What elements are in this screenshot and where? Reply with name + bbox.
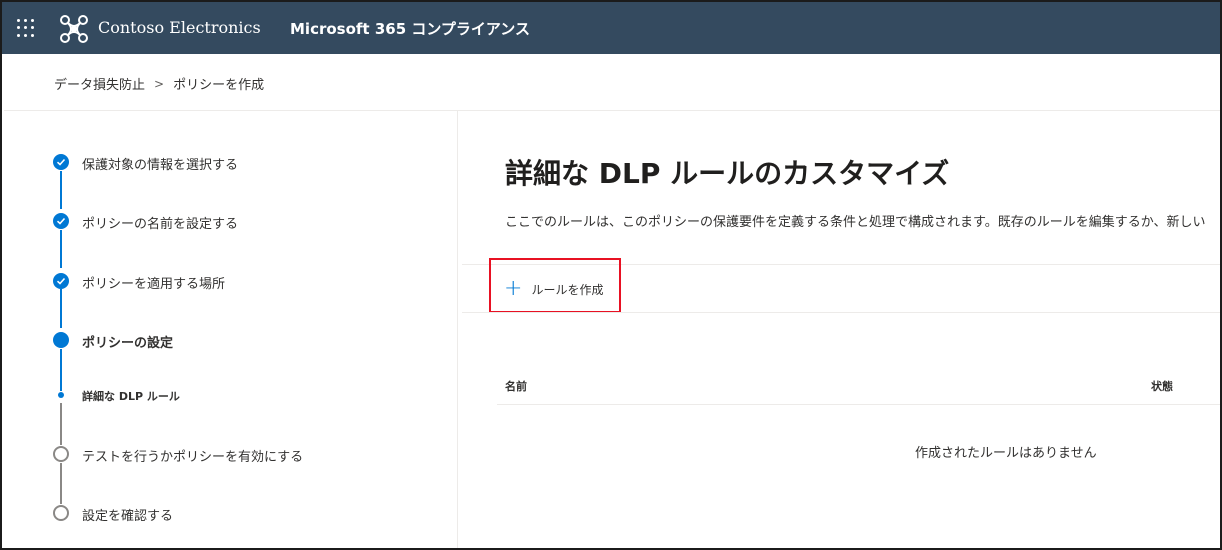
step-label-test-or-enable[interactable]: テストを行うかポリシーを有効にする (82, 446, 303, 465)
step-connector (60, 289, 62, 328)
column-header-status[interactable]: 状態 (1151, 378, 1173, 394)
breadcrumb: データ損失防止 > ポリシーを作成 (54, 74, 265, 94)
check-icon (53, 273, 69, 289)
table-header-divider (497, 404, 1220, 405)
empty-circle-icon (53, 446, 69, 462)
empty-table-message: 作成されたルールはありません (915, 446, 1097, 461)
column-header-name[interactable]: 名前 (505, 378, 527, 394)
check-icon (53, 154, 69, 170)
step-label-advanced-dlp-rules[interactable]: 詳細な DLP ルール (82, 388, 180, 404)
breadcrumb-item-create-policy: ポリシーを作成 (173, 78, 265, 93)
command-bar-bottom-border (462, 312, 1220, 313)
contoso-logo-icon (60, 15, 88, 43)
step-connector (60, 403, 62, 445)
wizard-stepper: 保護対象の情報を選択する ポリシーの名前を設定する ポリシーを適用する場所 ポリ… (2, 111, 457, 548)
panel-divider (457, 111, 458, 548)
step-label-name-policy[interactable]: ポリシーの名前を設定する (82, 213, 238, 232)
app-window: Contoso Electronics Microsoft 365 コンプライア… (0, 0, 1222, 550)
page-description: ここでのルールは、このポリシーの保護要件を定義する条件と処理で構成されます。既存… (505, 215, 1206, 230)
breadcrumb-separator-icon: > (154, 76, 165, 91)
substep-dot-icon (58, 392, 64, 398)
step-connector (60, 463, 62, 504)
annotation-highlight-box (489, 258, 621, 313)
app-launcher-icon[interactable] (17, 19, 35, 37)
step-label-locations[interactable]: ポリシーを適用する場所 (82, 273, 225, 292)
top-bar: Contoso Electronics Microsoft 365 コンプライア… (2, 2, 1220, 54)
breadcrumb-item-dlp[interactable]: データ損失防止 (54, 74, 145, 93)
empty-circle-icon (53, 505, 69, 521)
step-connector (60, 171, 62, 209)
org-name[interactable]: Contoso Electronics (98, 18, 261, 37)
step-label-review-settings[interactable]: 設定を確認する (82, 505, 173, 524)
step-connector (60, 230, 62, 268)
step-label-policy-settings[interactable]: ポリシーの設定 (82, 332, 173, 351)
app-name[interactable]: Microsoft 365 コンプライアンス (290, 18, 530, 39)
current-step-icon (53, 332, 69, 348)
step-label-choose-info[interactable]: 保護対象の情報を選択する (82, 154, 238, 173)
step-connector (60, 349, 62, 391)
check-icon (53, 213, 69, 229)
page-title: 詳細な DLP ルールのカスタマイズ (505, 157, 950, 190)
